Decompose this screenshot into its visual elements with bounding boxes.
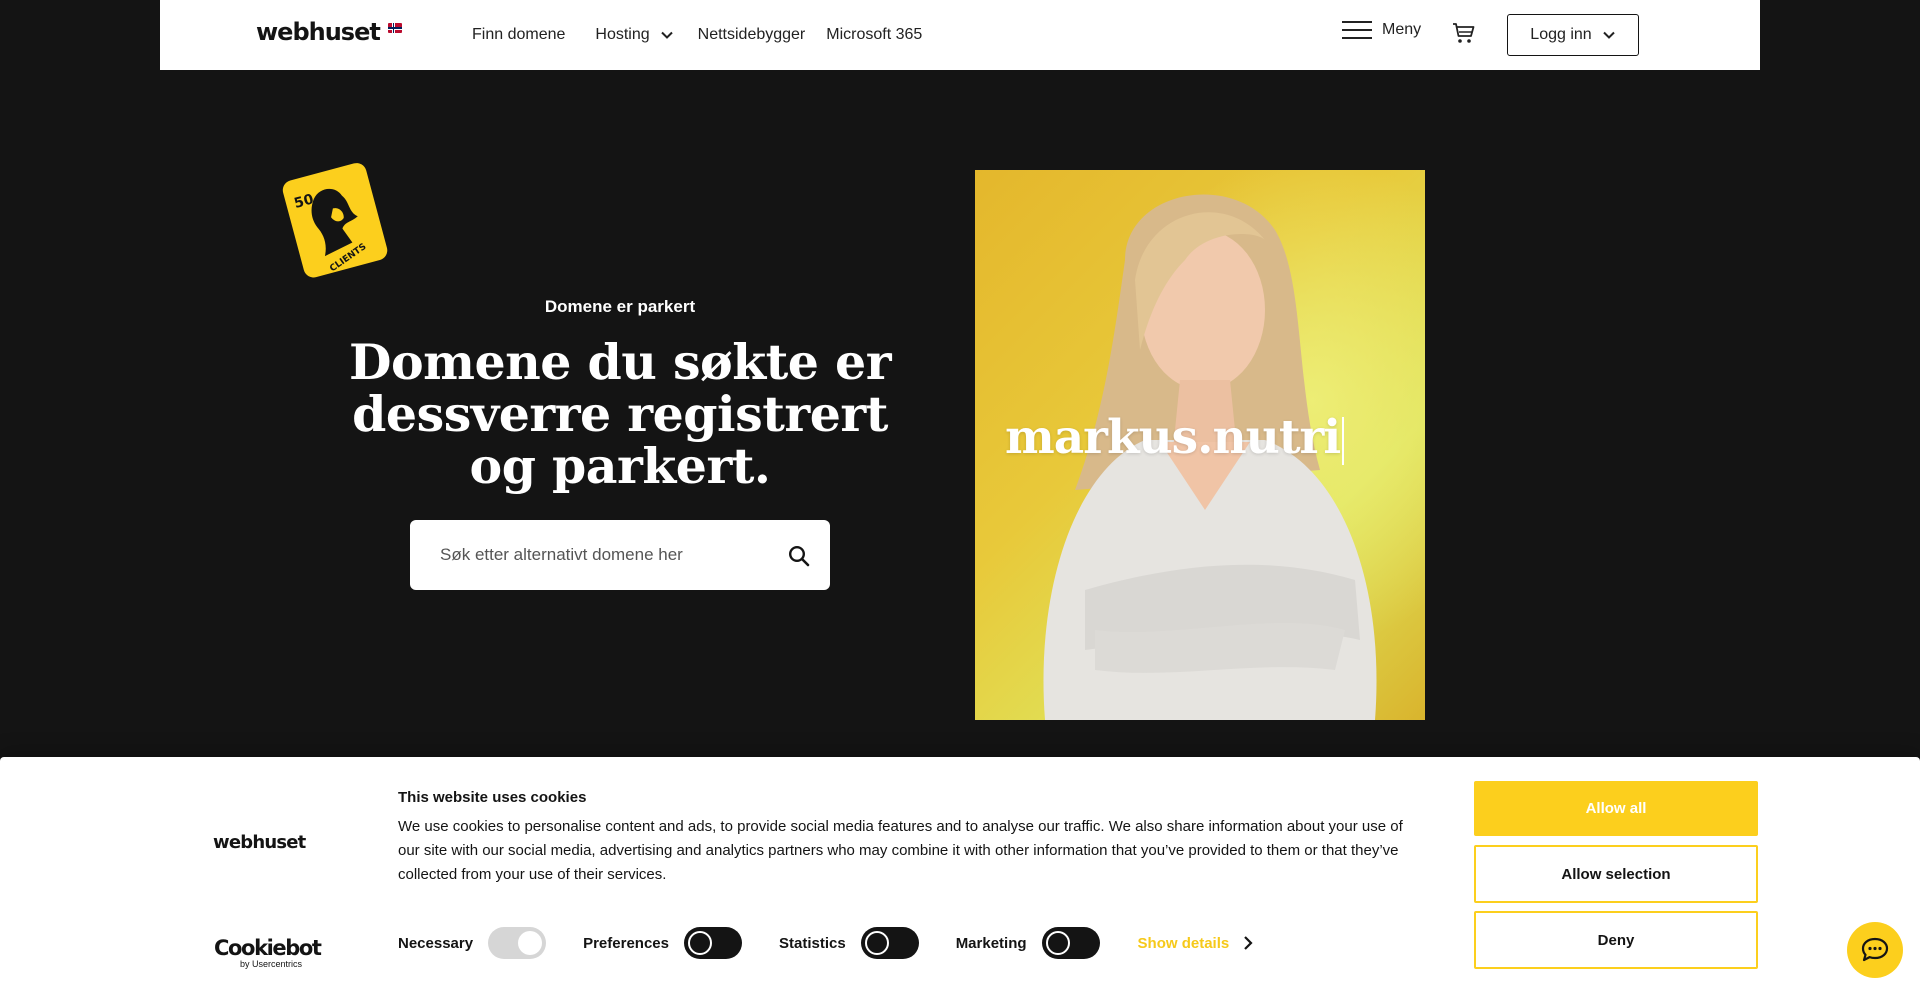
show-details-link[interactable]: Show details [1138,935,1254,952]
nav-item-hosting-label: Hosting [595,26,650,43]
allow-selection-button[interactable]: Allow selection [1474,845,1758,903]
consent-toggles: Necessary Preferences Statistics Marketi… [398,927,1253,959]
allow-all-button[interactable]: Allow all [1474,781,1758,836]
consent-marketing: Marketing [956,927,1100,959]
cookie-consent-banner: webhuset Cookiebot by Usercentrics This … [0,757,1920,993]
hero-photo: markus.nutri [975,170,1425,720]
cookie-description: We use cookies to personalise content an… [398,818,1403,883]
menu-button[interactable]: Meny [1342,20,1421,40]
main-nav: Finn domene Hosting Nettsidebygger Micro… [472,0,922,70]
consent-label-statistics: Statistics [778,934,846,952]
consent-label-preferences: Preferences [583,934,669,952]
shopping-cart-icon[interactable] [1452,21,1476,45]
consent-statistics: Statistics [779,927,919,959]
show-details-label: Show details [1137,934,1230,952]
cookiebot-logo[interactable]: Cookiebot by Usercentrics [214,936,322,969]
menu-label: Meny [1382,21,1422,38]
cookiebot-by-label: by Usercentrics [240,959,303,969]
chevron-right-icon [1244,936,1253,950]
consent-label-marketing: Marketing [955,934,1027,952]
login-label: Logg inn [1530,26,1592,43]
chevron-down-icon [1602,31,1615,39]
hamburger-icon [1342,20,1372,40]
nav-item-hosting[interactable]: Hosting [595,26,673,44]
50-clients-badge: 50 CLIENTS [282,163,388,278]
domain-search-box [410,520,830,590]
hero-subtitle: Domene er parkert [544,297,696,316]
text-caret [1342,417,1345,465]
chevron-down-icon [660,31,673,39]
webhuset-logo[interactable]: webhuset [256,18,381,46]
typed-domain-animation: markus.nutri [1005,410,1345,465]
nav-item-finn-domene[interactable]: Finn domene [472,26,565,44]
chat-button[interactable] [1847,922,1903,978]
search-icon[interactable] [788,545,810,567]
chat-bubble-icon [1861,937,1889,962]
cookiebot-label: Cookiebot [214,936,322,960]
typed-domain-text: markus.nutri [1005,410,1341,465]
consent-preferences: Preferences [583,927,742,959]
deny-button[interactable]: Deny [1474,911,1758,969]
consent-necessary: Necessary [398,927,547,959]
norwegian-flag-icon [388,23,402,33]
consent-label-necessary: Necessary [398,934,474,952]
necessary-toggle[interactable] [488,927,547,959]
cookie-banner-logo: webhuset [213,832,306,853]
preferences-toggle[interactable] [683,927,742,959]
nav-item-nettsidebygger[interactable]: Nettsidebygger [698,26,806,44]
site-header: webhuset Finn domene Hosting Nettsidebyg… [160,0,1760,70]
nav-item-microsoft-365[interactable]: Microsoft 365 [826,26,922,44]
domain-search-input[interactable] [440,520,760,590]
marketing-toggle[interactable] [1041,927,1100,959]
hero-title: Domene du søkte er dessverre registrert … [348,333,892,495]
statistics-toggle[interactable] [860,927,919,959]
login-button[interactable]: Logg inn [1507,14,1639,56]
cookie-title: This website uses cookies [398,789,587,806]
